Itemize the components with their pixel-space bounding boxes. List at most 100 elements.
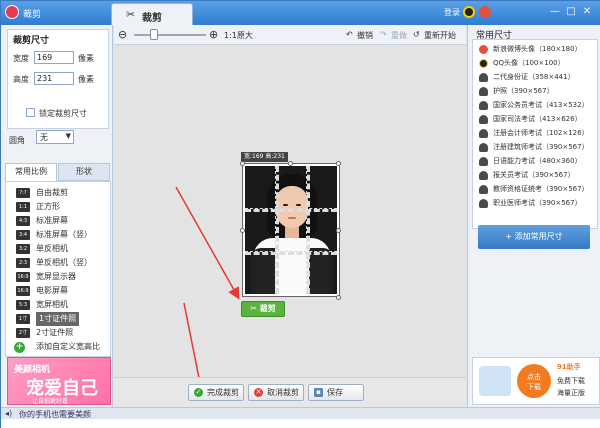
size-label: 二代身份证（358×441） [493, 73, 575, 81]
ratio-label: 标准屏幕 [36, 216, 68, 225]
download-line2: 下载 [527, 383, 541, 391]
download-badge[interactable]: 点击 下载 [517, 364, 551, 398]
restart-icon[interactable]: ↺ [413, 30, 420, 39]
id-photo-icon [479, 171, 488, 180]
size-label: 教师资格证统考（390×567） [493, 185, 589, 193]
crop-size-box: 裁剪尺寸 宽度 像素 高度 像素 锁定裁剪尺寸 [7, 29, 109, 129]
id-photo-icon [479, 115, 488, 124]
tab-common-ratio[interactable]: 常用比例 [5, 163, 57, 181]
ratio-label: 正方形 [36, 202, 60, 211]
width-input[interactable] [34, 51, 74, 64]
ratio-item-2-3[interactable]: 2:3 单反相机（竖） [12, 256, 108, 270]
undo-button[interactable]: 撤销 [357, 30, 373, 41]
undo-icon[interactable]: ↶ [346, 30, 353, 39]
size-item[interactable]: 教师资格证统考（390×567） [477, 182, 595, 196]
size-item[interactable]: QQ头像（100×100） [477, 56, 595, 70]
size-item[interactable]: 二代身份证（358×441） [477, 70, 595, 84]
id-photo-icon: 2寸 [16, 328, 30, 338]
height-input[interactable] [34, 72, 74, 85]
qq-icon[interactable] [463, 6, 475, 18]
id-photo-icon [479, 199, 488, 208]
ratio-list: ?:? 自由裁剪 1:1 正方形 4:3 标准屏幕 3:4 标准屏幕（竖） 3:… [5, 181, 111, 357]
cancel-icon: ✕ [254, 388, 263, 397]
login-link[interactable]: 登录 [444, 7, 460, 18]
ratio-label: 2寸证件照 [36, 328, 74, 337]
size-item[interactable]: 护照（390×567） [477, 84, 595, 98]
size-item[interactable]: 注册建筑师考试（390×567） [477, 140, 595, 154]
id-photo-icon [479, 87, 488, 96]
size-label: 新浪微博头像（180×180） [493, 45, 582, 53]
ratio-item-3-4[interactable]: 3:4 标准屏幕（竖） [12, 228, 108, 242]
size-item[interactable]: 国家司法考试（413×626） [477, 112, 595, 126]
weibo-icon [479, 45, 488, 54]
size-label: 报关员考试（390×567） [493, 171, 575, 179]
ratio-item-3-2[interactable]: 3:2 单反相机 [12, 242, 108, 256]
ratio-item-widescreen[interactable]: 16:9 宽屏显示器 [12, 270, 108, 284]
cancel-crop-label: 取消裁剪 [267, 388, 299, 397]
ratio-label: 标准屏幕（竖） [36, 230, 92, 239]
meiyan-ad-banner[interactable]: 美颜相机 宠爱自己 让自拍更好看 [7, 357, 111, 405]
zoom-slider-handle[interactable] [150, 29, 158, 40]
weibo-icon[interactable] [479, 6, 491, 18]
ratio-item-2inch[interactable]: 2寸 2寸证件照 [12, 326, 108, 340]
size-item[interactable]: 注册会计师考试（102×126） [477, 126, 595, 140]
check-icon: ✓ [194, 388, 203, 397]
actual-size-button[interactable]: 1:1原大 [224, 30, 253, 41]
ratio-item-1inch[interactable]: 1寸 1寸证件照 [12, 312, 108, 326]
add-common-size-button[interactable]: + 添加常用尺寸 [478, 225, 590, 249]
redo-button[interactable]: 重做 [391, 30, 407, 41]
ratio-label: 单反相机 [36, 244, 68, 253]
zoom-slider[interactable] [134, 34, 206, 36]
add-custom-ratio[interactable]: 添加自定义宽高比 [12, 340, 108, 354]
ratio-item-movie[interactable]: 16:9 电影屏幕 [12, 284, 108, 298]
download-line1: 点击 [527, 373, 541, 381]
ratio-label: 宽屏显示器 [36, 272, 76, 281]
close-button[interactable]: ✕ [581, 6, 593, 17]
size-item[interactable]: 新浪微博头像（180×180） [477, 42, 595, 56]
scissors-icon: ✂ [126, 8, 136, 21]
right-panel: 常用尺寸 新浪微博头像（180×180） QQ头像（100×100） 二代身份证… [467, 25, 600, 407]
ratio-item-4-3[interactable]: 4:3 标准屏幕 [12, 214, 108, 228]
restart-button[interactable]: 重新开始 [424, 30, 456, 41]
lock-size-label: 锁定裁剪尺寸 [39, 109, 87, 118]
status-bar: ◂) 你的手机也需要美颜 [1, 407, 600, 419]
ratio-label: 单反相机（竖） [36, 258, 92, 267]
ratio-label: 1寸证件照 [36, 312, 80, 326]
ratio-item-5-3[interactable]: 5:3 宽屏相机 [12, 298, 108, 312]
speaker-icon: ◂) [5, 409, 13, 418]
size-label: 职业医师考试（390×567） [493, 199, 582, 207]
ratio-item-square[interactable]: 1:1 正方形 [12, 200, 108, 214]
image-canvas[interactable]: 宽:169 高:231 ✂ 裁剪 [114, 45, 466, 377]
size-item[interactable]: 国家公务员考试（413×532） [477, 98, 595, 112]
id-photo-icon [479, 143, 488, 152]
cancel-crop-button[interactable]: ✕ 取消裁剪 [248, 384, 304, 401]
91-assistant-ad-banner[interactable]: 点击 下载 91助手 免费下载 海量正版 [472, 357, 600, 405]
size-item[interactable]: 职业医师考试（390×567） [477, 196, 595, 210]
zoom-in-icon[interactable]: ⊕ [209, 28, 218, 41]
ratio-item-free[interactable]: ?:? 自由裁剪 [12, 186, 108, 200]
redo-icon[interactable]: ↷ [380, 30, 387, 39]
tab-shape[interactable]: 形状 [58, 163, 110, 181]
crop-size-title: 裁剪尺寸 [13, 36, 50, 46]
action-bar: ✓ 完成裁剪 ✕ 取消裁剪 ▪ 保存 [114, 377, 466, 407]
finish-crop-button[interactable]: ✓ 完成裁剪 [188, 384, 244, 401]
size-label: QQ头像（100×100） [493, 59, 565, 67]
ad-brand-91: 91助手 [557, 363, 581, 371]
size-item[interactable]: 日语能力考试（480×360） [477, 154, 595, 168]
tab-crop[interactable]: ✂ 裁剪 [111, 3, 193, 25]
ad-subline: 让自拍更好看 [32, 398, 69, 405]
save-label: 保存 [327, 388, 343, 397]
maximize-button[interactable]: □ [565, 6, 577, 17]
lock-size-checkbox[interactable] [26, 108, 35, 117]
round-corner-select[interactable]: 无 ▼ [36, 130, 74, 144]
ad-line1: 免费下载 [557, 377, 585, 385]
height-unit: 像素 [78, 75, 94, 84]
common-sizes-list: 新浪微博头像（180×180） QQ头像（100×100） 二代身份证（358×… [472, 39, 598, 229]
size-item[interactable]: 报关员考试（390×567） [477, 168, 595, 182]
ratio-label: 电影屏幕 [36, 286, 68, 295]
zoom-out-icon[interactable]: ⊖ [118, 28, 127, 41]
save-button[interactable]: ▪ 保存 [308, 384, 364, 401]
id-photo-icon [479, 73, 488, 82]
ratio-icon: 4:3 [16, 216, 30, 226]
minimize-button[interactable]: — [549, 6, 561, 17]
